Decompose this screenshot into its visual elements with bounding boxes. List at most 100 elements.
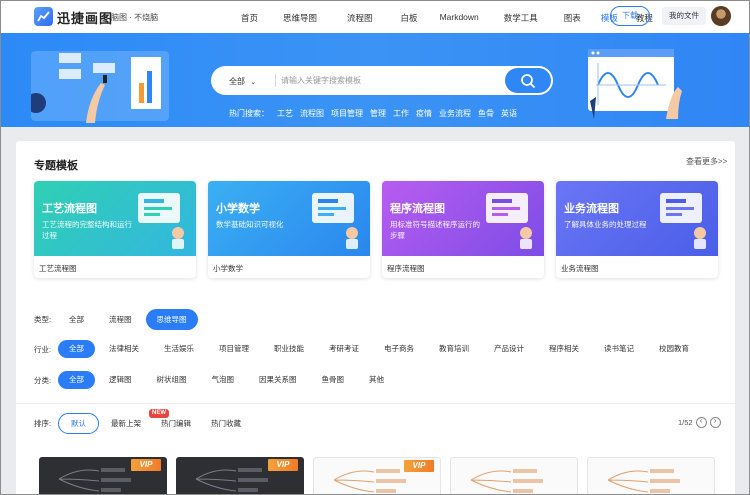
template-thumbnail[interactable] — [587, 457, 715, 494]
banner-right-illustration — [588, 49, 682, 119]
template-preview — [607, 469, 680, 493]
avatar[interactable] — [711, 6, 731, 26]
hot-search-term[interactable]: 业务流程 — [439, 108, 471, 119]
nav-item-2[interactable]: 流程图 — [347, 12, 373, 24]
next-page-button[interactable]: › — [709, 416, 721, 428]
featured-card[interactable]: 小学数学 数学基础知识可视化 小学数学 — [208, 181, 370, 278]
chevron-down-icon: ⌄ — [250, 79, 257, 86]
featured-card-illustration — [138, 193, 184, 249]
industry-filter-option[interactable]: 项目管理 — [208, 340, 260, 358]
hot-search-term[interactable]: 工艺 — [277, 108, 293, 119]
page-indicator: 1/52 — [678, 418, 693, 427]
sort-option[interactable]: 最新上架 NEW — [111, 409, 169, 429]
featured-card-label: 业务流程图 — [561, 264, 599, 273]
industry-filter-option[interactable]: 教育培训 — [428, 340, 480, 358]
brand-name[interactable]: 迅捷画图 — [57, 8, 113, 27]
industry-filter-option[interactable]: 考研考证 — [318, 340, 370, 358]
featured-card-illustration — [312, 193, 358, 249]
hot-search-term[interactable]: 英语 — [501, 108, 517, 119]
category-filter-option[interactable]: 逻辑图 — [98, 371, 143, 389]
hot-search-term[interactable]: 项目管理 — [331, 108, 363, 119]
industry-filter-option[interactable]: 职业技能 — [263, 340, 315, 358]
industry-filter-option[interactable]: 生活娱乐 — [153, 340, 205, 358]
nav-item-4[interactable]: Markdown — [440, 12, 479, 24]
vip-badge: VIP — [131, 459, 161, 471]
chevron-right-icon: › — [713, 416, 717, 425]
sort-option[interactable]: 热门收藏 — [211, 418, 241, 429]
hot-searches-label: 热门搜索： — [229, 109, 269, 118]
nav-item-1[interactable]: 思维导图 — [283, 12, 317, 24]
template-thumbnail[interactable]: VIP — [39, 457, 167, 494]
section-title: 专题模板 — [34, 160, 78, 172]
featured-card-title: 小学数学 — [216, 203, 260, 215]
nav-item-0[interactable]: 首页 — [241, 12, 258, 24]
featured-card-desc: 数学基础知识可视化 — [216, 220, 284, 229]
hot-search-term[interactable]: 疫情 — [416, 108, 432, 119]
sort-option[interactable]: 默认 — [58, 413, 99, 434]
main-nav: 首页 思维导图 流程图 白板 Markdown 数学工具 图表 模板 教程 — [241, 12, 653, 24]
hot-searches: 热门搜索： 工艺 流程图 项目管理 管理 工作 疫情 业务流程 鱼骨 英语 — [229, 108, 524, 119]
logo-icon[interactable] — [34, 7, 53, 26]
industry-filter-label: 行业: — [34, 344, 52, 354]
category-filter: 分类: 全部 逻辑图 树状组图 气泡图 因果关系图 鱼骨图 其他 — [34, 371, 398, 389]
hot-search-term[interactable]: 鱼骨 — [478, 108, 494, 119]
industry-filter-option[interactable]: 读书笔记 — [593, 340, 645, 358]
featured-card-image: 工艺流程图 工艺流程的完整结构和运行过程 — [34, 181, 196, 256]
template-thumbnail[interactable]: VIP — [176, 457, 304, 494]
search-icon — [521, 74, 536, 89]
type-filter: 类型: 全部 流程图 思维导图 — [34, 309, 201, 330]
sort-option-label: 热门编辑 — [161, 419, 191, 428]
my-files-button[interactable]: 我的文件 — [662, 7, 706, 25]
type-filter-option[interactable]: 流程图 — [98, 311, 143, 329]
prev-page-button[interactable]: ‹ — [695, 416, 707, 428]
sort-option-label: 默认 — [71, 419, 86, 428]
category-filter-option[interactable]: 全部 — [58, 371, 95, 389]
sort-option[interactable]: 热门编辑 — [161, 418, 191, 429]
search-input[interactable] — [281, 72, 491, 89]
featured-card-desc: 工艺流程的完整结构和运行过程 — [42, 220, 132, 240]
industry-filter-option[interactable]: 产品设计 — [483, 340, 535, 358]
nav-item-5[interactable]: 数学工具 — [504, 12, 538, 24]
category-filter-label: 分类: — [34, 375, 52, 385]
featured-card[interactable]: 程序流程图 用标准符号描述程序运行的步骤 程序流程图 — [382, 181, 544, 278]
search-box: 全部 ⌄ — [211, 66, 553, 95]
template-thumbnail[interactable]: VIP — [313, 457, 441, 494]
search-scope-select[interactable]: 全部 ⌄ — [229, 76, 256, 87]
template-preview — [470, 469, 543, 493]
search-scope-label: 全部 — [229, 77, 245, 86]
featured-card[interactable]: 工艺流程图 工艺流程的完整结构和运行过程工艺流程图 — [34, 181, 196, 278]
search-divider — [275, 74, 276, 87]
industry-filter-option[interactable]: 校园教育 — [648, 340, 700, 358]
category-filter-option[interactable]: 气泡图 — [201, 371, 246, 389]
featured-card-label: 程序流程图 — [387, 264, 425, 273]
see-more-link[interactable]: 查看更多>> — [686, 156, 727, 167]
sort-option-label: 最新上架 — [111, 419, 141, 428]
category-filter-option[interactable]: 树状组图 — [146, 371, 198, 389]
category-filter-option[interactable]: 其他 — [358, 371, 395, 389]
hot-search-term[interactable]: 管理 — [370, 108, 386, 119]
type-filter-label: 类型: — [34, 315, 52, 324]
industry-filter-option[interactable]: 全部 — [58, 340, 95, 358]
type-filter-option[interactable]: 全部 — [58, 311, 95, 329]
template-panel: 专题模板 查看更多>> 工艺流程图 工艺流程的完整结构和运行过程工艺流程图 小学数学… — [16, 141, 735, 494]
hot-search-term[interactable]: 流程图 — [300, 108, 324, 119]
search-button[interactable] — [505, 68, 551, 93]
industry-filter-option[interactable]: 法律相关 — [98, 340, 150, 358]
download-button[interactable]: 下载 — [610, 6, 650, 26]
type-filter-option[interactable]: 思维导图 — [145, 309, 198, 330]
industry-filter-option[interactable]: 电子商务 — [373, 340, 425, 358]
nav-item-3[interactable]: 白板 — [401, 12, 418, 24]
sort-label: 排序: — [34, 419, 52, 428]
nav-item-6[interactable]: 图表 — [564, 12, 581, 24]
featured-card-image: 业务流程图 了解具体业务的处理过程 — [556, 181, 718, 256]
top-header: 迅捷画图 脑图 · 不烧脑 首页 思维导图 流程图 白板 Markdown 数学工具 图表模… — [1, 1, 749, 33]
hot-search-term[interactable]: 工作 — [393, 108, 409, 119]
featured-card-title: 程序流程图 — [390, 203, 445, 215]
category-filter-option[interactable]: 鱼骨图 — [311, 371, 356, 389]
featured-card-title: 业务流程图 — [564, 203, 619, 215]
template-thumbnail[interactable] — [450, 457, 578, 494]
category-filter-option[interactable]: 因果关系图 — [248, 371, 308, 389]
featured-card-label: 工艺流程图 — [39, 264, 77, 273]
featured-card[interactable]: 业务流程图 了解具体业务的处理过程 业务流程图 — [556, 181, 718, 278]
industry-filter-option[interactable]: 程序相关 — [538, 340, 590, 358]
